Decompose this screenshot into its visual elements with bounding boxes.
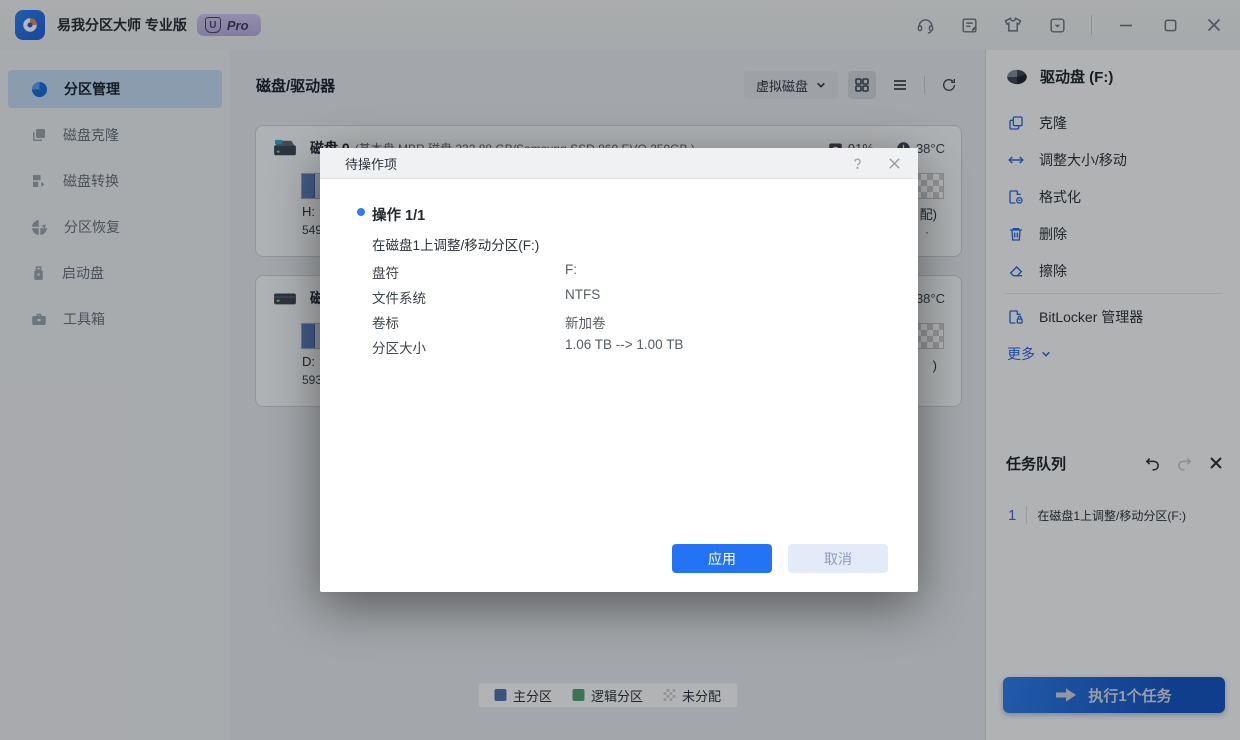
app-window: 易我分区大师 专业版 U Pro 分区管理 磁盘克隆 磁盘转换 分区恢复 启动盘… <box>0 0 1240 740</box>
operation-title: 在磁盘1上调整/移动分区(F:) <box>372 238 540 253</box>
detail-row-drive-letter: 盘符 F: <box>372 262 577 281</box>
apply-button[interactable]: 应用 <box>672 544 772 573</box>
operation-counter: 操作 1/1 <box>372 208 426 224</box>
cancel-button[interactable]: 取消 <box>788 544 888 573</box>
detail-row-file-system: 文件系统 NTFS <box>372 287 601 306</box>
operation-bullet <box>357 208 365 216</box>
dialog-title: 待操作项 <box>345 156 398 172</box>
dialog-header: 待操作项 <box>320 148 918 179</box>
dialog-close-icon[interactable] <box>887 156 902 171</box>
detail-row-partition-size: 分区大小 1.06 TB --> 1.00 TB <box>372 337 684 356</box>
help-icon[interactable] <box>850 156 865 171</box>
pending-operations-dialog: 待操作项 操作 1/1 在磁盘1上调整/移动分区(F:) 盘符 F: 文件系统 NT… <box>320 148 918 592</box>
detail-row-volume-label: 卷标 新加卷 <box>372 316 606 331</box>
